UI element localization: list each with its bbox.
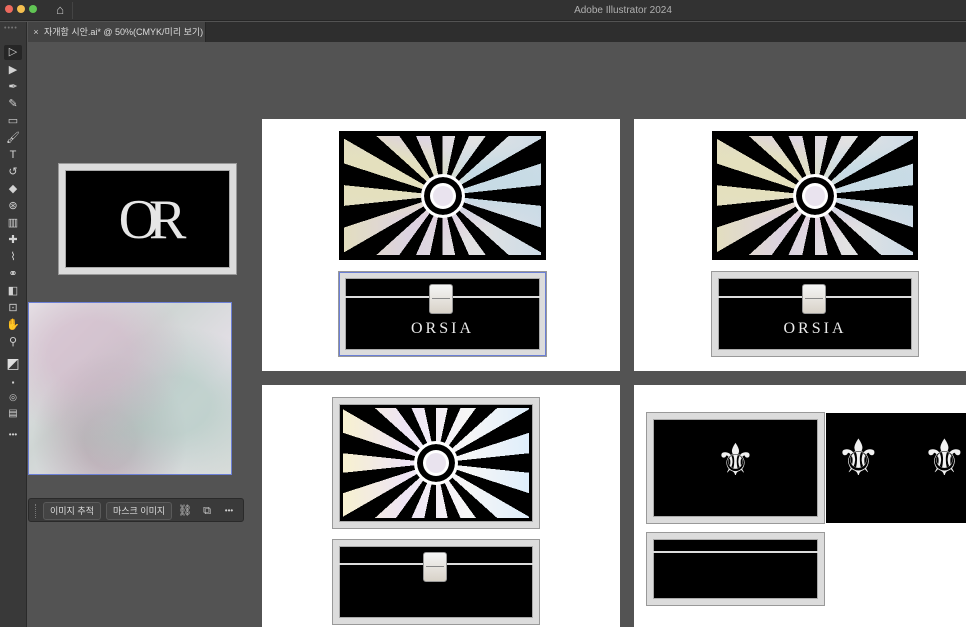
- tab-document[interactable]: × 자개함 시안.ai* @ 50%(CMYK/미리 보기): [28, 22, 206, 42]
- fleur-motif-icon: ⚜: [836, 430, 881, 486]
- clasp-icon: [802, 284, 826, 314]
- task-bar-grip[interactable]: [35, 504, 37, 518]
- artboard-3[interactable]: [262, 385, 620, 627]
- selection-bounding-box: [339, 272, 546, 356]
- artboard-tool-icon[interactable]: ⊡: [4, 301, 22, 316]
- fleur-motif-icon: ⚜: [715, 436, 756, 485]
- rectangle-tool-icon[interactable]: ▭: [4, 114, 22, 129]
- selection-tool-icon[interactable]: ▷: [4, 45, 22, 60]
- paintbrush-tool-icon[interactable]: 🖌: [4, 131, 22, 146]
- pen-tool-icon[interactable]: ✒: [4, 80, 22, 95]
- framed-lid-card[interactable]: [332, 397, 540, 529]
- artboard-2[interactable]: ORSIA: [634, 119, 966, 371]
- fleur-motif-icon: ⚜: [922, 430, 966, 486]
- eyedropper-tool-icon[interactable]: ⌇: [4, 250, 22, 265]
- shape-builder-tool-icon[interactable]: ◧: [4, 284, 22, 299]
- more-tools-icon[interactable]: •••: [4, 427, 22, 442]
- motif-card-plain[interactable]: ⚜ ⚜: [826, 413, 966, 523]
- panel-grip-icon[interactable]: ••••: [4, 25, 22, 32]
- box-stripe: [653, 551, 818, 553]
- mother-of-pearl-image[interactable]: [28, 302, 232, 475]
- direct-selection-tool-icon[interactable]: ▶: [4, 63, 22, 78]
- mask-image-button[interactable]: 마스크 이미지: [106, 502, 173, 520]
- brand-text: ORSIA: [783, 320, 847, 337]
- rotate-tool-icon[interactable]: ↺: [4, 165, 22, 180]
- canvas[interactable]: OR 이미지 추적 마스크 이미지 ⛓ ⧉ ••• ORSIA ORSIA ⚜ …: [28, 43, 966, 627]
- medallion-icon: [414, 441, 458, 485]
- link-icon[interactable]: ⛓: [177, 503, 193, 519]
- draw-mode-icon[interactable]: ◎: [4, 390, 22, 405]
- title-bar: ⌂ Adobe Illustrator 2024: [0, 0, 966, 21]
- tab-label: 자개함 시안.ai* @ 50%(CMYK/미리 보기): [44, 27, 204, 37]
- medallion-icon: [420, 173, 465, 218]
- lid-pattern-card[interactable]: [712, 131, 918, 260]
- medallion-icon: [793, 173, 837, 218]
- motif-card-framed[interactable]: ⚜: [646, 412, 825, 524]
- color-mode-icon[interactable]: ▪: [4, 375, 22, 390]
- clasp-icon: [423, 552, 447, 582]
- document-tab-bar: × 자개함 시안.ai* @ 50%(CMYK/미리 보기): [28, 22, 966, 42]
- mesh-tool-icon[interactable]: ✚: [4, 233, 22, 248]
- blend-tool-icon[interactable]: ⚭: [4, 267, 22, 282]
- box-front-card[interactable]: ORSIA: [711, 271, 919, 357]
- warp-tool-icon[interactable]: ⊛: [4, 199, 22, 214]
- image-trace-button[interactable]: 이미지 추적: [43, 502, 101, 520]
- app-title: Adobe Illustrator 2024: [574, 5, 672, 16]
- zoom-tool-icon[interactable]: ⚲: [4, 335, 22, 350]
- more-options-icon[interactable]: •••: [221, 503, 237, 519]
- logo-card[interactable]: OR: [58, 163, 237, 275]
- artboard-4[interactable]: ⚜ ⚜ ⚜: [634, 385, 966, 627]
- contextual-task-bar: 이미지 추적 마스크 이미지 ⛓ ⧉ •••: [28, 498, 244, 522]
- curvature-tool-icon[interactable]: ✎: [4, 97, 22, 112]
- type-tool-icon[interactable]: T: [4, 148, 22, 163]
- box-front-card[interactable]: [332, 539, 540, 625]
- or-logo: OR: [118, 189, 187, 251]
- fill-stroke-swatch-icon[interactable]: ◩: [4, 356, 22, 371]
- hand-tool-icon[interactable]: ✋: [4, 318, 22, 333]
- box-band-card[interactable]: [646, 532, 825, 606]
- tools-panel: •••• ▷ ▶ ✒ ✎ ▭ 🖌 T ↺ ◆ ⊛ ▥ ✚ ⌇ ⚭ ◧ ⊡ ✋ ⚲…: [0, 22, 27, 627]
- close-tab-icon[interactable]: ×: [28, 22, 44, 42]
- eraser-tool-icon[interactable]: ◆: [4, 182, 22, 197]
- gradient-tool-icon[interactable]: ▥: [4, 216, 22, 231]
- lid-pattern-card[interactable]: [339, 131, 546, 260]
- crop-icon[interactable]: ⧉: [199, 503, 215, 519]
- artboard-1[interactable]: ORSIA: [262, 119, 620, 371]
- screen-mode-icon[interactable]: ▤: [4, 406, 22, 421]
